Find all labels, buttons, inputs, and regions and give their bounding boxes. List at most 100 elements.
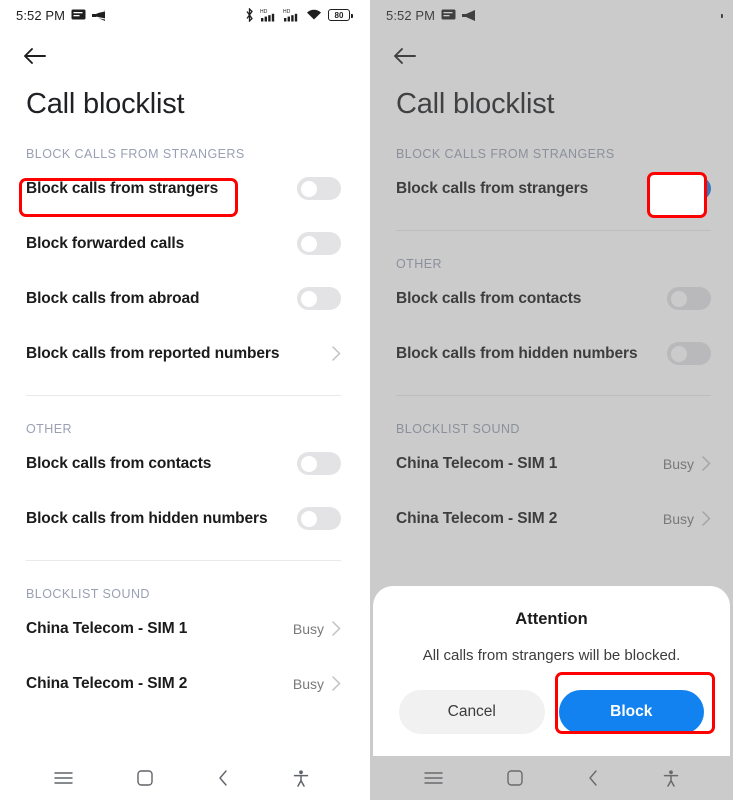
volume-mute-icon xyxy=(92,9,108,21)
chevron-right-icon xyxy=(702,456,711,472)
battery-level: 80 xyxy=(334,10,344,20)
screen-content-left: 5:52 PM HD HD 80 Call blocklist BLOCK CA… xyxy=(0,0,363,711)
back-chevron-icon[interactable] xyxy=(218,770,229,786)
toggle-block-calls-from-contacts[interactable] xyxy=(297,452,341,476)
dialog-message: All calls from strangers will be blocked… xyxy=(422,647,681,664)
accessibility-icon[interactable] xyxy=(663,769,679,787)
chevron-right-icon xyxy=(332,621,341,637)
row-block-calls-from-strangers[interactable]: Block calls from strangers xyxy=(370,161,733,216)
row-label: China Telecom - SIM 2 xyxy=(26,674,188,692)
row-label: China Telecom - SIM 1 xyxy=(396,454,558,472)
battery-level: 80 xyxy=(704,10,714,20)
row-value: Busy xyxy=(662,510,694,527)
row-block-calls-from-strangers[interactable]: Block calls from strangers xyxy=(0,161,363,216)
row-label: Block calls from strangers xyxy=(26,179,219,197)
toggle-knob xyxy=(301,455,317,472)
nav-bar xyxy=(0,756,363,800)
toggle-block-calls-from-abroad[interactable] xyxy=(297,287,341,311)
status-bar-right: HD HD 80 xyxy=(245,8,353,22)
battery-icon: 80 xyxy=(328,9,353,21)
wifi-icon xyxy=(306,9,322,21)
row-right: Busy xyxy=(293,676,341,692)
row-block-calls-from-hidden-numbers[interactable]: Block calls from hidden numbers xyxy=(0,491,363,546)
row-label: Block calls from reported numbers xyxy=(26,344,280,362)
row-value: Busy xyxy=(292,620,324,637)
row-value: Busy xyxy=(662,455,694,472)
row-block-calls-from-contacts[interactable]: Block calls from contacts xyxy=(0,436,363,491)
page-title: Call blocklist xyxy=(396,88,555,120)
panel-gap xyxy=(363,0,370,800)
screen-content-right: 5:52 PM HD HD 80 Call blocklist BLOCK CA… xyxy=(370,0,733,546)
chevron-right-icon xyxy=(332,676,341,692)
toggle-knob xyxy=(301,235,317,252)
section-header-strangers: BLOCK CALLS FROM STRANGERS xyxy=(396,147,615,162)
toggle-knob xyxy=(671,345,687,362)
row-label: China Telecom - SIM 2 xyxy=(396,509,558,527)
status-time: 5:52 PM xyxy=(386,7,436,23)
page-title: Call blocklist xyxy=(26,88,185,120)
screenshot-stage: 5:52 PM HD HD 80 Call blocklist BLOCK CA… xyxy=(0,0,733,800)
phone-panel-right: 5:52 PM HD HD 80 Call blocklist BLOCK CA… xyxy=(370,0,733,800)
row-block-forwarded-calls[interactable]: Block forwarded calls xyxy=(0,216,363,271)
status-bar: 5:52 PM HD HD 80 xyxy=(0,0,363,30)
status-bar-left: 5:52 PM xyxy=(16,8,108,23)
row-block-calls-from-contacts[interactable]: Block calls from contacts xyxy=(370,271,733,326)
toggle-knob xyxy=(301,180,317,197)
row-sim-1[interactable]: China Telecom - SIM 1 Busy xyxy=(370,436,733,491)
message-icon xyxy=(71,9,86,21)
row-block-calls-from-abroad[interactable]: Block calls from abroad xyxy=(0,271,363,326)
back-button[interactable] xyxy=(370,30,733,82)
section-header-blocklist-sound: BLOCKLIST SOUND xyxy=(396,422,520,437)
chevron-right-icon xyxy=(702,511,711,527)
toggle-block-calls-from-hidden-numbers[interactable] xyxy=(667,342,711,366)
toggle-block-calls-from-contacts[interactable] xyxy=(667,287,711,311)
attention-dialog: Attention All calls from strangers will … xyxy=(373,586,730,756)
dialog-actions: Cancel Block xyxy=(389,664,714,738)
status-bar: 5:52 PM HD HD 80 xyxy=(370,0,733,30)
row-block-calls-from-reported-numbers[interactable]: Block calls from reported numbers xyxy=(0,326,363,381)
bluetooth-icon xyxy=(245,8,254,22)
nav-bar xyxy=(370,756,733,800)
toggle-block-calls-from-strangers[interactable] xyxy=(297,177,341,201)
back-arrow-icon xyxy=(24,48,46,64)
svg-text:HD: HD xyxy=(630,9,638,15)
status-time: 5:52 PM xyxy=(16,7,66,23)
section-header-other: OTHER xyxy=(26,422,72,437)
row-sim-1[interactable]: China Telecom - SIM 1 Busy xyxy=(0,601,363,656)
row-label: Block calls from contacts xyxy=(396,289,582,307)
signal-hd-1-icon: HD xyxy=(260,8,277,22)
row-label: Block calls from hidden numbers xyxy=(26,509,268,527)
status-bar-right: HD HD 80 xyxy=(615,8,723,22)
svg-text:HD: HD xyxy=(283,9,291,15)
accessibility-icon[interactable] xyxy=(293,769,309,787)
toggle-block-calls-from-hidden-numbers[interactable] xyxy=(297,507,341,531)
signal-hd-2-icon: HD xyxy=(283,8,300,22)
menu-icon[interactable] xyxy=(424,771,443,785)
home-square-icon[interactable] xyxy=(507,770,524,786)
battery-icon: 80 xyxy=(698,9,723,21)
row-right: Busy xyxy=(293,621,341,637)
cancel-button[interactable]: Cancel xyxy=(399,690,545,734)
row-sim-2[interactable]: China Telecom - SIM 2 Busy xyxy=(370,491,733,546)
toggle-block-calls-from-strangers[interactable] xyxy=(667,177,711,201)
row-label: China Telecom - SIM 1 xyxy=(26,619,188,637)
row-label: Block calls from hidden numbers xyxy=(396,344,638,362)
menu-icon[interactable] xyxy=(54,771,73,785)
back-arrow-icon xyxy=(394,48,416,64)
phone-panel-left: 5:52 PM HD HD 80 Call blocklist BLOCK CA… xyxy=(0,0,363,800)
home-square-icon[interactable] xyxy=(137,770,154,786)
toggle-knob xyxy=(301,290,317,307)
bluetooth-icon xyxy=(615,8,624,22)
row-sim-2[interactable]: China Telecom - SIM 2 Busy xyxy=(0,656,363,711)
chevron-right-icon xyxy=(332,346,341,362)
toggle-block-forwarded-calls[interactable] xyxy=(297,232,341,256)
back-chevron-icon[interactable] xyxy=(588,770,599,786)
row-block-calls-from-hidden-numbers[interactable]: Block calls from hidden numbers xyxy=(370,326,733,381)
signal-hd-2-icon: HD xyxy=(653,8,670,22)
row-label: Block calls from abroad xyxy=(26,289,200,307)
block-button[interactable]: Block xyxy=(558,690,704,734)
back-button[interactable] xyxy=(0,30,363,82)
section-header-other: OTHER xyxy=(396,257,442,272)
row-label: Block forwarded calls xyxy=(26,234,185,252)
row-right: Busy xyxy=(663,511,711,527)
